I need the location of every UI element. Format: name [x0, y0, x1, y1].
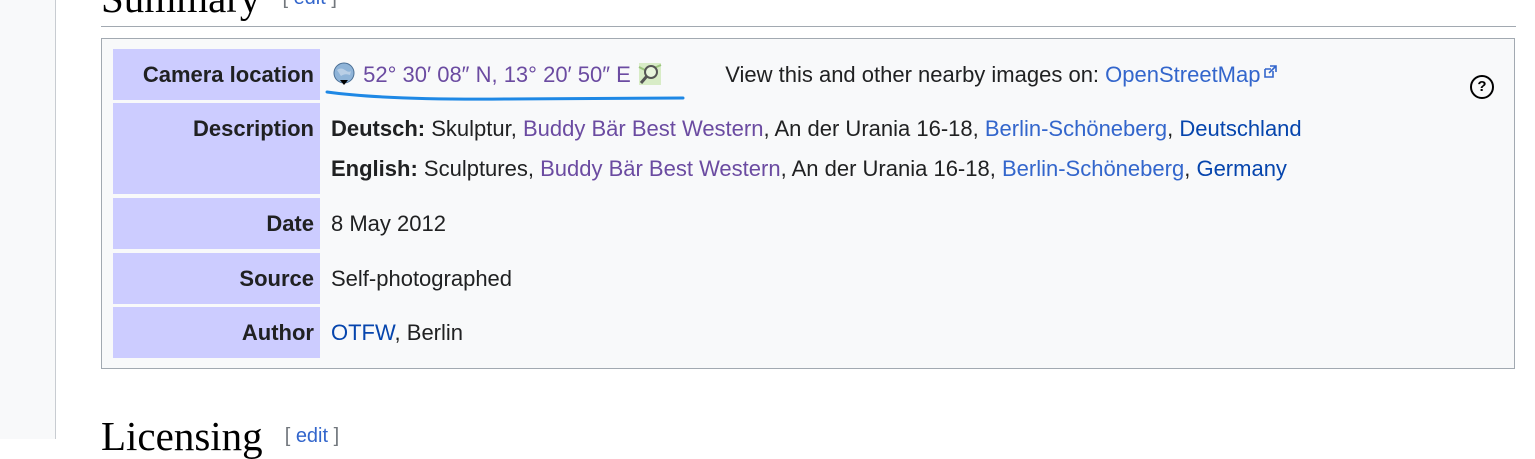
en-buddy-link[interactable]: Buddy Bär Best Western [540, 156, 781, 181]
summary-heading: Summary [ edit ] [101, 0, 337, 19]
map-magnifier-icon[interactable] [637, 61, 663, 87]
description-value: Deutsch: Skulptur, Buddy Bär Best Wester… [331, 116, 1514, 182]
en-lang-label: English: [331, 156, 418, 181]
source-value: Self-photographed [331, 266, 513, 291]
author-label: Author [113, 307, 320, 358]
nearby-images-text: View this and other nearby images on: [725, 62, 1100, 87]
de-text2: , An der Urania 16-18, [763, 116, 979, 141]
date-label: Date [113, 198, 320, 249]
licensing-edit: [ edit ] [284, 425, 340, 447]
coordinates-link[interactable]: 52° 30′ 08″ N, 13° 20′ 50″ E [363, 62, 631, 87]
licensing-heading: Licensing [ edit ] [101, 416, 339, 457]
globe-icon[interactable] [331, 61, 357, 87]
author-link[interactable]: OTFW [331, 320, 395, 345]
left-sidebar-gutter [0, 0, 56, 439]
description-label: Description [113, 103, 320, 194]
licensing-edit-link[interactable]: edit [296, 425, 328, 447]
licensing-title: Licensing [101, 413, 263, 459]
source-label: Source [113, 253, 320, 304]
external-link-icon [1264, 65, 1278, 78]
en-text1: Sculptures, [423, 156, 534, 181]
de-country-link[interactable]: Deutschland [1179, 116, 1301, 141]
summary-edit: [ edit ] [282, 0, 337, 9]
heading-divider [101, 26, 1516, 27]
de-lang-label: Deutsch: [331, 116, 426, 141]
date-value: 8 May 2012 [331, 211, 446, 236]
de-text1: Skulptur, [431, 116, 517, 141]
de-buddy-link[interactable]: Buddy Bär Best Western [523, 116, 764, 141]
row-camera-location: Camera location 52° 30′ 08″ N, 13° 20′ 5… [113, 49, 1514, 100]
en-sep: , [1184, 156, 1191, 181]
author-value: OTFW, Berlin [331, 307, 1514, 358]
en-schoeneberg-link[interactable]: Berlin-Schöneberg [1002, 156, 1184, 181]
camera-location-label: Camera location [113, 49, 320, 100]
de-sep: , [1167, 116, 1174, 141]
annotation-underline [325, 90, 685, 101]
description-en: English: Sculptures, Buddy Bär Best West… [331, 156, 1514, 182]
row-source: Source Self-photographed [113, 253, 1514, 304]
row-author: Author OTFW, Berlin [113, 307, 1514, 358]
openstreetmap-link[interactable]: OpenStreetMap [1105, 62, 1260, 87]
help-icon[interactable]: ? [1470, 75, 1494, 99]
row-description: Description Deutsch: Skulptur, Buddy Bär… [113, 103, 1514, 194]
en-country-link[interactable]: Germany [1196, 156, 1286, 181]
description-de: Deutsch: Skulptur, Buddy Bär Best Wester… [331, 116, 1514, 142]
row-date: Date 8 May 2012 [113, 198, 1514, 249]
summary-edit-link[interactable]: edit [294, 0, 326, 9]
de-schoeneberg-link[interactable]: Berlin-Schöneberg [985, 116, 1167, 141]
en-text2: , An der Urania 16-18, [780, 156, 996, 181]
summary-title: Summary [101, 0, 260, 21]
author-rest: , Berlin [394, 320, 464, 345]
information-table: Camera location 52° 30′ 08″ N, 13° 20′ 5… [101, 38, 1515, 369]
